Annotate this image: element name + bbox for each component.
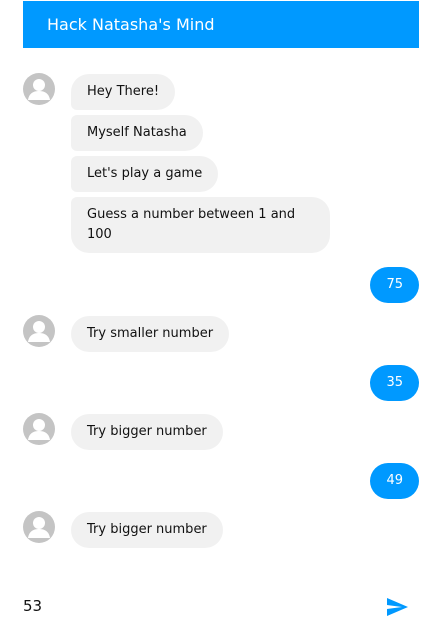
user-message: 49 [370,463,419,499]
send-icon [387,598,408,616]
person-icon [28,79,50,100]
person-icon [28,321,50,342]
bot-message: Hey There! [71,74,176,110]
message-input[interactable] [23,592,353,620]
person-icon [28,517,50,538]
bot-message: Myself Natasha [71,115,203,151]
bot-message: Try bigger number [71,512,223,548]
chat-header: Hack Natasha's Mind [23,1,419,48]
bot-message: Guess a number between 1 and 100 [71,197,330,253]
bot-message: Let's play a game [71,156,219,192]
user-message: 75 [370,267,419,303]
bot-avatar [23,413,55,445]
bot-avatar [23,315,55,347]
bot-avatar [23,511,55,543]
user-message: 35 [370,365,419,401]
send-button[interactable] [385,595,409,619]
bot-message: Try smaller number [71,316,230,352]
bot-message: Try bigger number [71,414,223,450]
chat-title: Hack Natasha's Mind [47,15,215,34]
chat-window: Hack Natasha's Mind Hey There! Myself Na… [0,0,442,628]
bot-avatar [23,73,55,105]
person-icon [28,419,50,440]
message-composer [23,586,419,626]
